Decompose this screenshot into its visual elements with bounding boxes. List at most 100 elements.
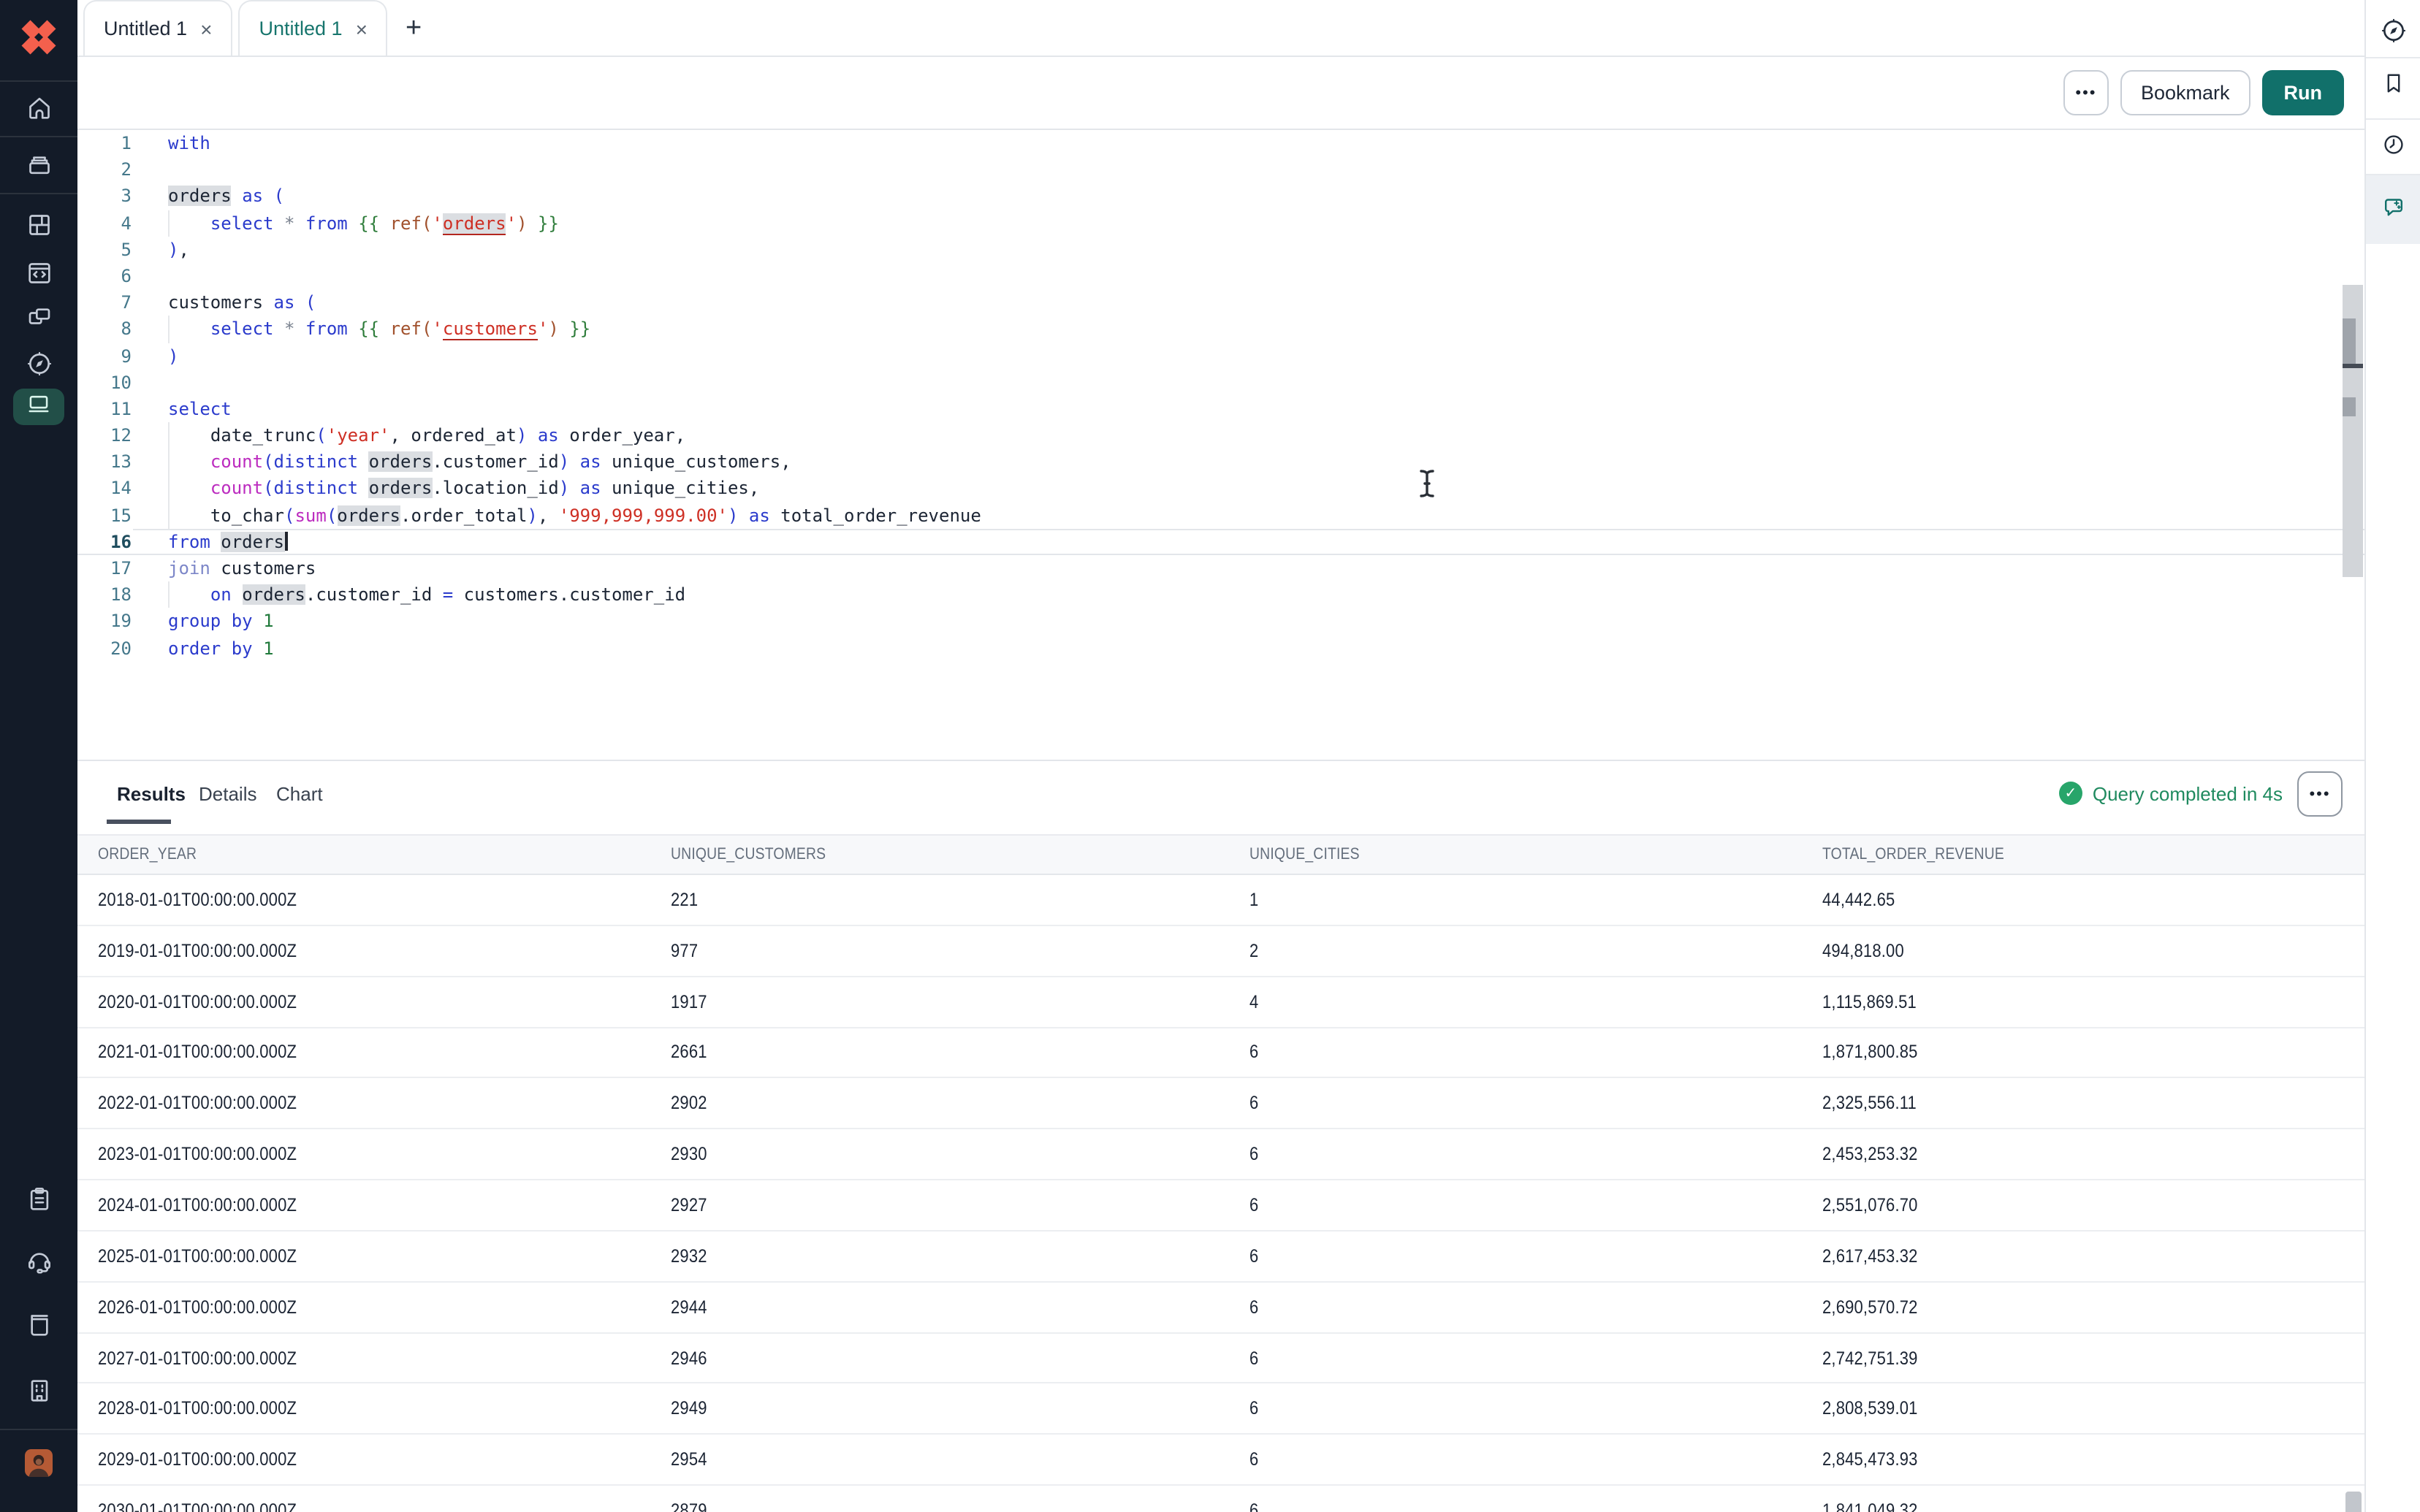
close-icon[interactable]: × [356,18,368,39]
sidebar-divider [0,193,77,194]
code-line-15[interactable]: 15 to_char(sum(orders.order_total), '999… [77,502,2364,528]
sidebar-item-history-clock[interactable] [2366,131,2420,165]
sidebar-item-notebook-terminal[interactable] [13,389,64,425]
table-row[interactable]: 2020-01-01T00:00:00.000Z191741,115,869.5… [77,977,2364,1028]
table-header: ORDER_YEARUNIQUE_CUSTOMERSUNIQUE_CITIEST… [77,834,2364,875]
sidebar-item-compass[interactable] [0,349,77,386]
table-cell: 6 [1229,1144,1802,1164]
code-token [379,319,389,340]
code-line-9[interactable]: 9) [77,343,2364,369]
hex-logo[interactable] [0,19,77,63]
table-cell: 44,442.65 [1802,890,2364,910]
code-token [569,452,579,473]
code-token: '999,999,999.00' [559,505,728,525]
code-token: ( [327,505,337,525]
code-line-4[interactable]: 4 select * from {{ ref('orders') }} [77,210,2364,236]
close-icon[interactable]: × [200,18,212,39]
sidebar-item-code-window[interactable] [0,259,77,295]
bookmark-button[interactable]: Bookmark [2120,70,2250,115]
table-row[interactable]: 2025-01-01T00:00:00.000Z293262,617,453.3… [77,1232,2364,1283]
sidebar-item-inbox-tray[interactable] [0,150,77,187]
code-line-5[interactable]: 5), [77,237,2364,263]
table-row[interactable]: 2021-01-01T00:00:00.000Z266161,871,800.8… [77,1028,2364,1079]
table-row[interactable]: 2028-01-01T00:00:00.000Z294962,808,539.0… [77,1384,2364,1435]
code-line-8[interactable]: 8 select * from {{ ref('customers') }} [77,316,2364,343]
table-row[interactable]: 2029-01-01T00:00:00.000Z295462,845,473.9… [77,1435,2364,1486]
sidebar-item-home[interactable] [0,93,77,130]
code-line-19[interactable]: 19group by 1 [77,608,2364,635]
table-row[interactable]: 2027-01-01T00:00:00.000Z294662,742,751.3… [77,1333,2364,1384]
code-token: count [210,452,263,473]
column-header-unique_cities[interactable]: UNIQUE_CITIES [1229,846,1802,863]
results-more-button[interactable]: ••• [2297,771,2343,817]
results-tab-results[interactable]: Results [117,761,186,825]
code-line-20[interactable]: 20order by 1 [77,635,2364,661]
code-token: from [168,532,210,552]
table-row[interactable]: 2019-01-01T00:00:00.000Z9772494,818.00 [77,926,2364,977]
editor-scrollbar[interactable] [2343,285,2363,577]
dashboard-grid-icon [24,210,53,247]
table-cell: 221 [650,890,1229,910]
code-token: * [284,213,294,233]
code-line-18[interactable]: 18 on orders.customer_id = customers.cus… [77,581,2364,608]
table-cell: 2020-01-01T00:00:00.000Z [77,991,650,1012]
code-token: with [168,133,210,153]
code-line-11[interactable]: 11select [77,396,2364,422]
column-header-total_order_revenue[interactable]: TOTAL_ORDER_REVENUE [1802,846,2364,863]
code-line-16[interactable]: 16from orders [77,529,2364,555]
code-line-12[interactable]: 12 date_trunc('year', ordered_at) as ord… [77,422,2364,448]
code-token: count [210,478,263,499]
code-token: ( [316,425,326,446]
table-row[interactable]: 2018-01-01T00:00:00.000Z221144,442.65 [77,875,2364,926]
bookmark-icon [2380,70,2406,104]
sidebar-item-bookmark[interactable] [2366,70,2420,104]
table-cell: 2021-01-01T00:00:00.000Z [77,1042,650,1063]
code-line-10[interactable]: 10 [77,369,2364,395]
sidebar-item-compass[interactable] [2366,16,2420,53]
code-line-13[interactable]: 13 count(distinct orders.customer_id) as… [77,449,2364,476]
column-header-order_year[interactable]: ORDER_YEAR [77,846,650,863]
new-tab-button[interactable]: + [406,14,422,42]
scrollbar-thumb[interactable] [2343,318,2356,368]
tab-bar: Untitled 1×Untitled 1× + [77,0,2364,57]
table-row[interactable]: 2024-01-01T00:00:00.000Z292762,551,076.7… [77,1180,2364,1232]
table-row[interactable]: 2022-01-01T00:00:00.000Z290262,325,556.1… [77,1079,2364,1130]
more-options-button[interactable]: ••• [2063,70,2109,115]
sql-editor[interactable]: 1with23orders as (4 select * from {{ ref… [77,130,2364,760]
table-cell: 2024-01-01T00:00:00.000Z [77,1195,650,1215]
code-line-3[interactable]: 3orders as ( [77,183,2364,210]
code-line-7[interactable]: 7customers as ( [77,289,2364,316]
sidebar-item-docs-book[interactable] [0,1310,77,1347]
results-tab-details[interactable]: Details [199,761,257,825]
code-token: orders [369,478,433,499]
table-row[interactable]: 2026-01-01T00:00:00.000Z294462,690,570.7… [77,1283,2364,1334]
sidebar-item-clipboard[interactable] [0,1185,77,1221]
results-tab-chart[interactable]: Chart [276,761,323,825]
code-line-1[interactable]: 1with [77,130,2364,156]
code-token [253,611,263,632]
code-line-17[interactable]: 17join customers [77,555,2364,581]
code-token: as [274,292,295,313]
code-line-2[interactable]: 2 [77,156,2364,183]
code-line-6[interactable]: 6 [77,263,2364,289]
run-button[interactable]: Run [2262,70,2345,115]
tab-1[interactable]: Untitled 1× [83,0,232,56]
code-token [348,319,358,340]
code-token [348,213,358,233]
line-number: 13 [77,449,132,476]
table-row[interactable]: 2023-01-01T00:00:00.000Z293062,453,253.3… [77,1129,2364,1180]
sidebar-item-user-avatar[interactable] [0,1449,77,1484]
sidebar-item-headset[interactable] [0,1246,77,1283]
sidebar-item-dashboard-grid[interactable] [0,210,77,247]
code-token [168,213,210,233]
column-header-unique_customers[interactable]: UNIQUE_CUSTOMERS [650,846,1229,863]
code-line-14[interactable]: 14 count(distinct orders.location_id) as… [77,476,2364,502]
tab-2[interactable]: Untitled 1× [238,0,387,56]
code-token: ( [263,478,273,499]
sidebar-item-windows[interactable] [0,304,77,340]
table-row[interactable]: 2030-01-01T00:00:00.000Z287961,841,049.3… [77,1486,2364,1512]
sidebar-item-building[interactable] [0,1376,77,1413]
sidebar-item-ai-chat[interactable] [2366,194,2420,228]
line-number: 15 [77,502,132,528]
table-scrollbar-thumb[interactable] [2345,1492,2362,1512]
